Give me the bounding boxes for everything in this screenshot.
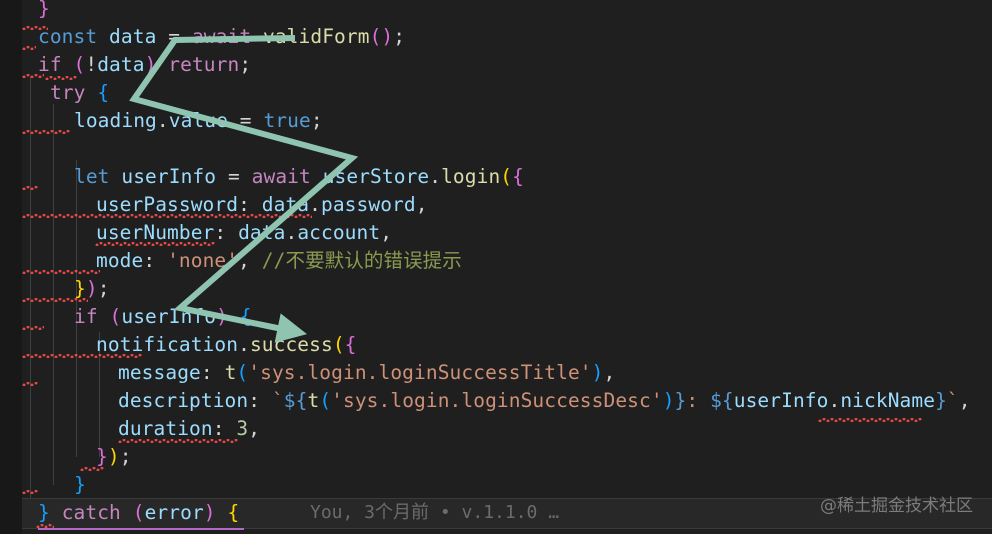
code-line[interactable]: mode: 'none', //不要默认的错误提示 (96, 247, 462, 275)
squiggle-underline (80, 467, 104, 471)
squiggle-underline (22, 46, 36, 50)
code-line[interactable]: if (!data) return; (38, 51, 251, 79)
squiggle-underline (22, 270, 100, 274)
code-line[interactable]: } catch (error) { (38, 499, 239, 527)
code-line[interactable]: description: `${t('sys.login.loginSucces… (118, 387, 971, 415)
squiggle-underline (22, 326, 44, 330)
squiggle-underline (22, 354, 142, 358)
code-line[interactable]: let userInfo = await userStore.login({ (74, 163, 524, 191)
squiggle-underline (818, 418, 922, 422)
squiggle-underline (45, 76, 77, 80)
code-line[interactable]: if (userInfo) { (74, 303, 252, 331)
squiggle-underline (22, 214, 312, 218)
squiggle-underline (22, 490, 38, 494)
squiggle-underline (118, 439, 238, 443)
code-line[interactable]: loading.value = true; (74, 107, 323, 135)
code-content[interactable]: } const data = await validForm(); if (!d… (0, 0, 992, 534)
watermark-label: @稀土掘金技术社区 (820, 496, 973, 516)
squiggle-underline (22, 186, 38, 190)
squiggle-underline (22, 74, 44, 78)
git-blame-annotation[interactable]: You, 3个月前 • v.1.1.0 … (310, 499, 559, 527)
current-line-underline (38, 528, 244, 530)
squiggle-underline (22, 26, 48, 30)
code-editor-pane[interactable]: } const data = await validForm(); if (!d… (0, 0, 992, 534)
code-line[interactable]: } (38, 0, 50, 23)
squiggle-underline (22, 382, 38, 386)
code-line[interactable]: } (74, 471, 86, 499)
code-line[interactable]: try { (50, 79, 109, 107)
code-line[interactable]: message: t('sys.login.loginSuccessTitle'… (118, 359, 615, 387)
squiggle-underline (22, 298, 88, 302)
squiggle-underline (22, 130, 70, 134)
code-line[interactable]: const data = await validForm(); (38, 23, 405, 51)
squiggle-underline (95, 242, 215, 246)
